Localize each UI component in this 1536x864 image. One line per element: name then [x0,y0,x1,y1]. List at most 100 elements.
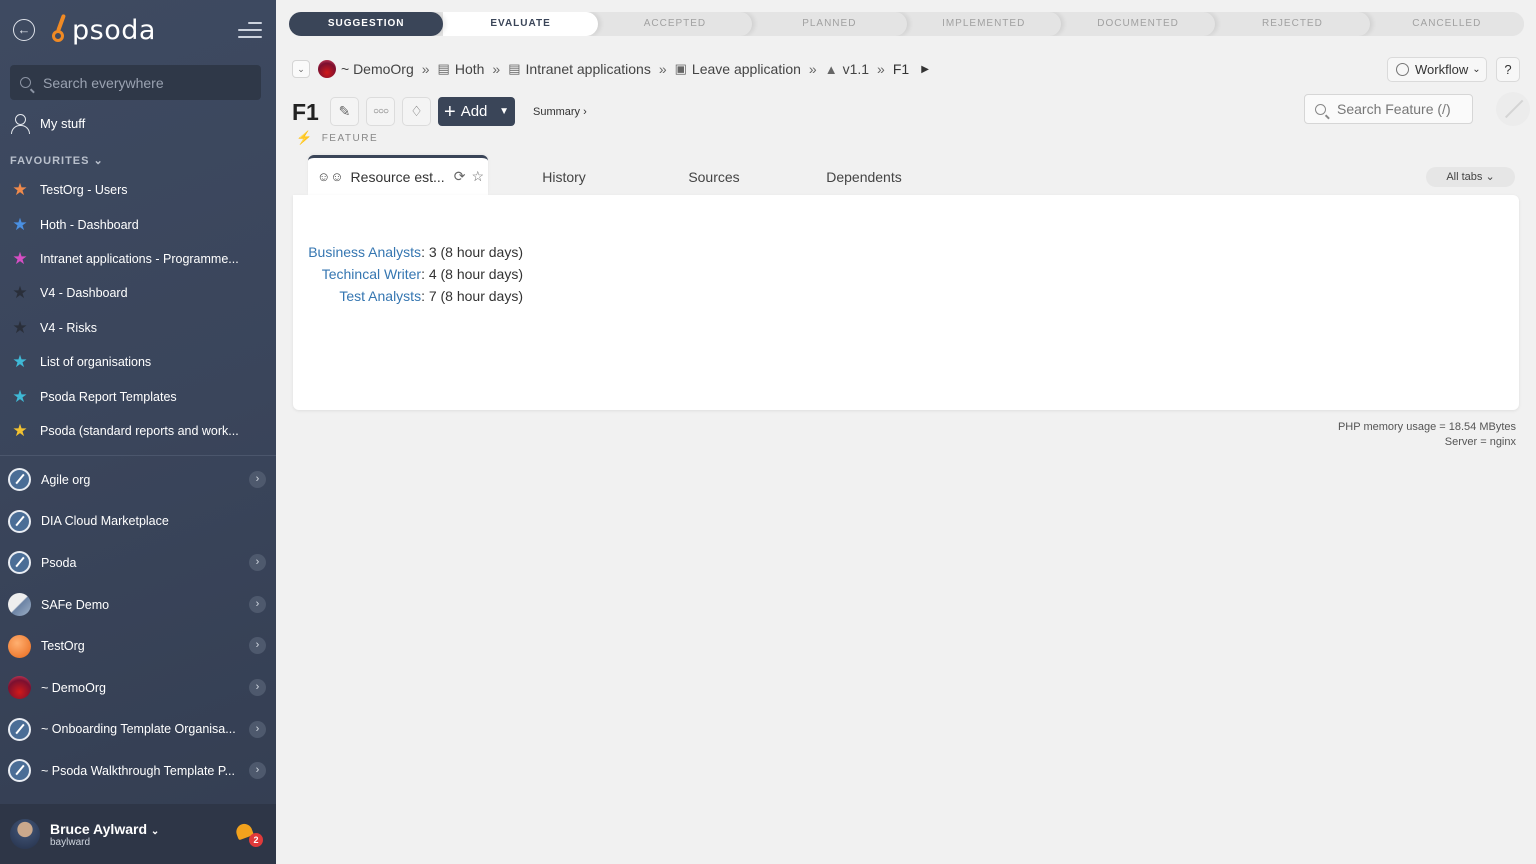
sidebar: ← psoda Search everywhere My stuff FAVOU… [0,0,276,864]
tab-sources[interactable]: Sources [640,155,788,195]
workflow-stage[interactable]: SUGGESTION [289,12,444,36]
workflow-button[interactable]: Workflow ⌄ [1387,57,1487,82]
breadcrumb-project[interactable]: Leave application [692,61,801,77]
breadcrumb-release[interactable]: v1.1 [843,61,869,77]
resource-list: Business Analysts: 3 (8 hour days) Techin… [293,241,543,307]
favourite-item[interactable]: ★ List of organisations [10,345,265,379]
breadcrumb-dropdown-icon[interactable]: ⌄ [292,60,310,78]
summary-link[interactable]: Summary › [533,106,587,118]
chevron-down-icon: ⌄ [93,155,104,167]
all-tabs-dropdown[interactable]: All tabs ⌄ [1426,167,1515,187]
workflow-stage[interactable]: IMPLEMENTED [907,12,1061,36]
star-icon: ★ [12,214,28,234]
favourite-item[interactable]: ★ Psoda (standard reports and work... [10,414,265,448]
favourite-item[interactable]: ★ V4 - Dashboard [10,276,265,310]
star-icon: ★ [12,420,28,440]
organisation-item[interactable]: TestOrg › [8,625,270,667]
star-icon: ★ [12,283,28,303]
favourite-label: Hoth - Dashboard [40,217,139,232]
star-outline-icon[interactable]: ☆ [471,168,484,185]
refresh-icon[interactable]: ⟳ [454,168,466,185]
breadcrumb-separator: » [421,61,430,77]
tab-bar: ☺☺ Resource est... ⟳ ☆ History Sources D… [308,155,940,195]
my-stuff-link[interactable]: My stuff [10,113,85,134]
workflow-stage[interactable]: DOCUMENTED [1061,12,1215,36]
workflow-stage[interactable]: ACCEPTED [598,12,752,36]
favourite-item[interactable]: ★ V4 - Risks [10,311,265,345]
star-icon: ★ [12,180,28,200]
chevron-right-icon[interactable]: › [249,678,266,696]
breadcrumb-portfolio[interactable]: Hoth [455,61,485,77]
favourite-item[interactable]: ★ TestOrg - Users [10,173,265,207]
chevron-right-icon[interactable]: › [249,471,266,488]
breadcrumb-separator: » [808,61,817,77]
tab-history[interactable]: History [488,155,640,195]
breadcrumb-programme[interactable]: Intranet applications [526,61,651,77]
organisation-item[interactable]: ~ DemoOrg › [8,667,270,709]
resource-value: : 3 (8 hour days) [421,244,523,260]
main-content: SUGGESTION EVALUATE ACCEPTED PLANNED IMPLEME… [276,0,1536,864]
favourite-label: List of organisations [40,355,152,370]
workflow-stage[interactable]: REJECTED [1215,12,1369,36]
notifications-bell-icon[interactable]: 2 [234,821,263,847]
workflow-stage[interactable]: EVALUATE [443,12,598,36]
favourites-heading[interactable]: FAVOURITES ⌄ [10,154,104,167]
workflow-stage-bar: SUGGESTION EVALUATE ACCEPTED PLANNED IMPLEME… [289,12,1524,36]
resource-row: Business Analysts: 3 (8 hour days) [293,241,523,263]
resource-role-link[interactable]: Techincal Writer [322,266,421,282]
chevron-right-icon[interactable]: › [249,595,266,613]
workflow-label: Workflow [1415,62,1469,77]
sidebar-search-input[interactable]: Search everywhere [10,65,261,100]
favourite-item[interactable]: ★ Psoda Report Templates [10,379,265,413]
add-button[interactable]: + Add ▼ [438,97,515,126]
favourite-item[interactable]: ★ Hoth - Dashboard [10,207,265,241]
organisation-label: Agile org [41,472,91,487]
organisation-item[interactable]: ~ Psoda Walkthrough Template P... › [8,750,270,792]
person-icon [10,113,30,134]
search-feature-input[interactable]: Search Feature (/) [1304,94,1473,124]
psoda-logo[interactable]: psoda [50,13,156,46]
favourite-item[interactable]: ★ Intranet applications - Programme... [10,242,265,276]
edit-pencil-icon[interactable]: ✎ [330,97,359,126]
resource-role-link[interactable]: Test Analysts [339,288,421,304]
organisation-item[interactable]: Psoda › [8,542,270,584]
organisation-logo-icon [8,759,31,783]
chevron-right-icon[interactable]: › [249,637,266,655]
breadcrumb-separator: » [877,61,885,77]
organisation-item[interactable]: Agile org › [8,459,270,501]
chevron-right-icon[interactable]: › [249,720,266,738]
organisation-item[interactable]: ~ Onboarding Template Organisa... › [8,709,270,751]
resource-value: : 7 (8 hour days) [421,288,523,304]
breadcrumb-org[interactable]: ~ DemoOrg [341,61,414,77]
breadcrumb: ⌄ ~ DemoOrg » ▤ Hoth » ▤ Intranet applic… [292,58,929,80]
programme-icon: ▤ [508,61,521,76]
organisation-item[interactable]: SAFe Demo › [8,584,270,626]
avatar[interactable] [10,819,40,849]
back-arrow-icon[interactable]: ← [13,19,35,41]
tag-icon[interactable]: ♢ [402,97,431,126]
tab-dependents[interactable]: Dependents [788,155,940,195]
workflow-stage[interactable]: CANCELLED [1370,12,1524,36]
play-triangle-icon[interactable]: ▶ [921,64,929,75]
chevron-right-icon[interactable]: › [249,554,266,572]
search-feature-placeholder: Search Feature (/) [1337,101,1451,117]
organisation-label: ~ DemoOrg [41,680,106,695]
workflow-stage[interactable]: PLANNED [752,12,906,36]
organisation-label: DIA Cloud Marketplace [41,514,169,529]
tab-label: Resource est... [350,168,445,185]
organisation-label: SAFe Demo [41,597,110,612]
edit-toggle-icon[interactable] [1496,92,1530,126]
resource-role-link[interactable]: Business Analysts [308,244,421,260]
sidebar-search-placeholder: Search everywhere [43,74,164,91]
more-options-icon[interactable]: ○○○ [366,97,395,126]
resource-row: Test Analysts: 7 (8 hour days) [293,285,523,307]
collapse-menu-icon[interactable] [238,22,262,40]
tab-resource-estimates[interactable]: ☺☺ Resource est... ⟳ ☆ [308,155,488,195]
user-bar[interactable]: Bruce Aylward ⌄ baylward 2 [0,804,276,864]
user-name: Bruce Aylward [50,820,147,837]
help-button[interactable]: ? [1496,57,1520,82]
page-title: F1 [292,99,319,125]
user-info[interactable]: Bruce Aylward ⌄ baylward [50,821,159,848]
organisation-item[interactable]: DIA Cloud Marketplace [8,501,270,543]
chevron-right-icon[interactable]: › [249,762,266,780]
